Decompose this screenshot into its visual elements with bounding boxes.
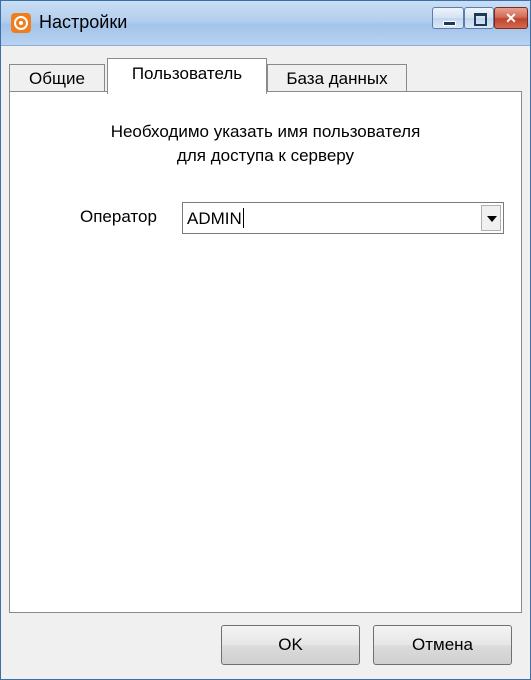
close-icon: ✕ bbox=[505, 10, 517, 26]
operator-combobox[interactable]: ADMIN bbox=[182, 202, 504, 234]
operator-label: Оператор bbox=[80, 207, 157, 226]
maximize-icon bbox=[474, 13, 487, 26]
hint-line-2: для доступа к серверу bbox=[176, 146, 355, 165]
minimize-icon bbox=[443, 21, 456, 26]
text-caret bbox=[242, 208, 244, 228]
minimize-button[interactable] bbox=[432, 7, 464, 29]
chevron-down-icon bbox=[487, 216, 497, 222]
hint-text: Необходимо указать имя пользователя для … bbox=[10, 120, 521, 168]
app-logo-icon bbox=[11, 13, 31, 33]
maximize-button[interactable] bbox=[464, 7, 494, 29]
dropdown-button[interactable] bbox=[481, 205, 501, 231]
operator-value[interactable]: ADMIN bbox=[187, 208, 244, 229]
cancel-button[interactable]: Отмена bbox=[373, 625, 512, 665]
title-bar[interactable]: Настройки ✕ bbox=[1, 1, 530, 46]
window-title: Настройки bbox=[39, 12, 128, 32]
ok-button[interactable]: OK bbox=[221, 625, 360, 665]
tab-general[interactable]: Общие bbox=[9, 64, 105, 92]
settings-window: Настройки ✕ Общие Пользователь База данн… bbox=[0, 0, 531, 680]
tab-database[interactable]: База данных bbox=[267, 64, 407, 92]
tab-panel-user: Необходимо указать имя пользователя для … bbox=[9, 91, 522, 613]
hint-line-1: Необходимо указать имя пользователя bbox=[110, 122, 421, 141]
tab-user[interactable]: Пользователь bbox=[107, 58, 267, 94]
tab-strip: Общие Пользователь База данных bbox=[9, 56, 522, 94]
close-button[interactable]: ✕ bbox=[494, 7, 528, 29]
